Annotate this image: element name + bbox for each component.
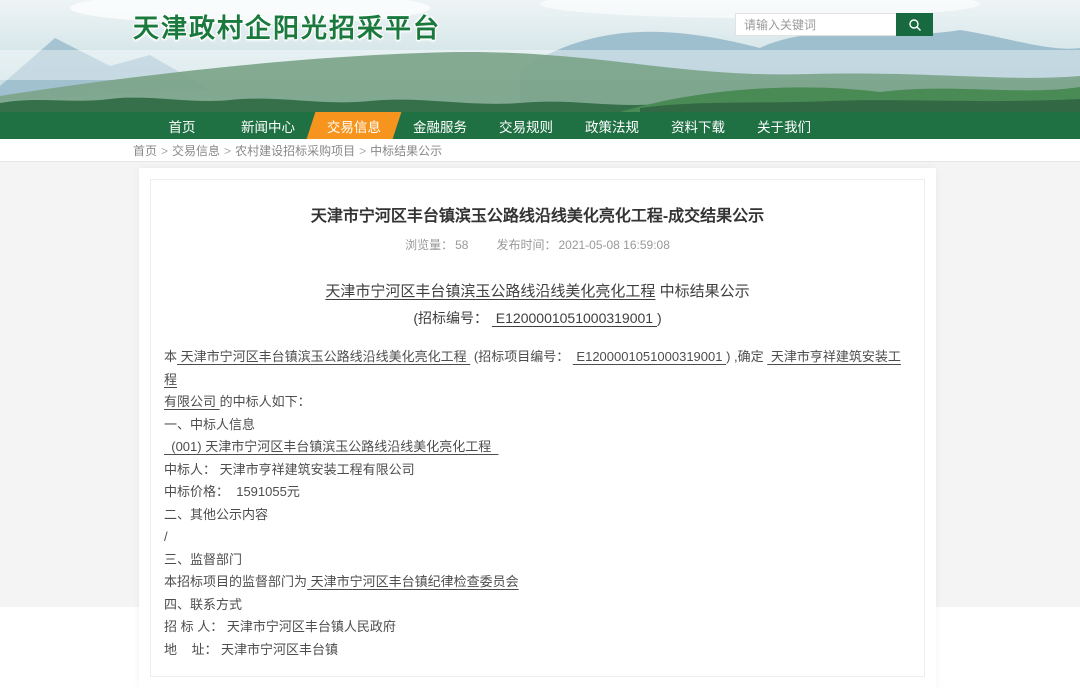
nav-item-3[interactable]: 交易信息	[307, 112, 402, 139]
body-text: /	[164, 529, 168, 544]
body-text: 的中标人如下：	[220, 394, 311, 409]
body-text: 四、联系方式	[164, 597, 242, 612]
nav-item-label: 金融服务	[413, 116, 467, 136]
breadcrumb-separator: >	[161, 144, 168, 158]
bid-no-prefix: (招标编号：	[413, 310, 492, 326]
nav-item-label: 首页	[169, 116, 196, 136]
breadcrumb: 首页 > 交易信息 > 农村建设招标采购项目 > 中标结果公示	[133, 142, 442, 159]
body-line-1: 本 天津市宁河区丰台镇滨玉公路线沿线美化亮化工程 (招标项目编号： E12000…	[164, 346, 911, 391]
nav-item-label: 资料下载	[671, 116, 725, 136]
nav-item-7[interactable]: 资料下载	[655, 112, 741, 139]
publish-group: 发布时间：2021-05-08 16:59:08	[496, 238, 669, 252]
nav-item-5[interactable]: 交易规则	[483, 112, 569, 139]
nav-items: 首页 新闻中心 交易信息 金融服务 交易规则 政策法规 资料下载 关于我们	[0, 112, 1080, 139]
body-line-4: (001) 天津市宁河区丰台镇滨玉公路线沿线美化亮化工程	[164, 436, 911, 459]
underlined-text: 天津市宁河区丰台镇纪律检查委员会	[307, 574, 519, 589]
article-meta: 浏览量：58 发布时间：2021-05-08 16:59:08	[163, 236, 912, 253]
body-line-5: 中标人： 天津市亨祥建筑安装工程有限公司	[164, 459, 911, 482]
body-text: 中标价格： 1591055元	[164, 484, 300, 499]
subtitle-project-name: 天津市宁河区丰台镇滨玉公路线沿线美化亮化工程	[325, 283, 655, 300]
article-box: 天津市宁河区丰台镇滨玉公路线沿线美化亮化工程-成交结果公示 浏览量：58 发布时间…	[139, 168, 936, 688]
body-text: 一、中标人信息	[164, 417, 255, 432]
underlined-text: E1200001051000319001	[573, 349, 726, 364]
breadcrumb-item-4[interactable]: 中标结果公示	[370, 144, 442, 158]
site-header: 天津政村企阳光招采平台	[0, 0, 1080, 112]
nav-item-label: 交易规则	[499, 116, 553, 136]
nav-item-6[interactable]: 政策法规	[569, 112, 655, 139]
article-title: 天津市宁河区丰台镇滨玉公路线沿线美化亮化工程-成交结果公示	[163, 202, 912, 226]
nav-item-2[interactable]: 新闻中心	[225, 112, 311, 139]
nav-item-label: 新闻中心	[241, 116, 295, 136]
site-title: 天津政村企阳光招采平台	[133, 8, 441, 45]
search-button[interactable]	[896, 13, 933, 36]
breadcrumb-item-1[interactable]: 首页	[133, 144, 157, 158]
body-line-12: 招 标 人： 天津市宁河区丰台镇人民政府	[164, 616, 911, 639]
search-input[interactable]	[735, 13, 896, 36]
nav-item-4[interactable]: 金融服务	[397, 112, 483, 139]
breadcrumb-item-2[interactable]: 交易信息	[172, 144, 220, 158]
body-text: 本招标项目的监督部门为	[164, 574, 307, 589]
publish-time: 2021-05-08 16:59:08	[558, 238, 669, 252]
body-line-10: 本招标项目的监督部门为 天津市宁河区丰台镇纪律检查委员会	[164, 571, 911, 594]
bid-number-line: (招标编号： E1200001051000319001 )	[163, 308, 912, 328]
breadcrumb-separator: >	[359, 144, 366, 158]
search-bar	[735, 13, 933, 36]
bid-no-suffix: )	[657, 310, 662, 326]
nav-item-8[interactable]: 关于我们	[741, 112, 827, 139]
publish-label: 发布时间：	[496, 238, 556, 252]
body-line-11: 四、联系方式	[164, 594, 911, 617]
nav-item-label: 政策法规	[585, 116, 639, 136]
body-text: 招 标 人： 天津市宁河区丰台镇人民政府	[164, 619, 396, 634]
body-text: 中标人： 天津市亨祥建筑安装工程有限公司	[164, 462, 415, 477]
breadcrumb-row: 首页 > 交易信息 > 农村建设招标采购项目 > 中标结果公示	[0, 139, 1080, 161]
nav-item-label: 交易信息	[327, 116, 381, 136]
views-count: 58	[455, 238, 468, 252]
article-body: 本 天津市宁河区丰台镇滨玉公路线沿线美化亮化工程 (招标项目编号： E12000…	[163, 346, 912, 661]
body-text: 二、其他公示内容	[164, 507, 268, 522]
content-area: 天津市宁河区丰台镇滨玉公路线沿线美化亮化工程-成交结果公示 浏览量：58 发布时间…	[0, 161, 1080, 607]
body-text: 地 址： 天津市宁河区丰台镇	[164, 642, 338, 657]
search-icon	[908, 18, 922, 32]
body-text: 本	[164, 349, 177, 364]
bid-number: E1200001051000319001	[492, 310, 657, 326]
views-label: 浏览量：	[405, 238, 453, 252]
body-line-6: 中标价格： 1591055元	[164, 481, 911, 504]
article-subtitle: 天津市宁河区丰台镇滨玉公路线沿线美化亮化工程 中标结果公示	[163, 280, 912, 301]
body-line-3: 一、中标人信息	[164, 414, 911, 437]
body-text: ) ,确定	[726, 349, 767, 364]
underlined-text: 有限公司	[164, 394, 220, 409]
body-line-2: 有限公司 的中标人如下：	[164, 391, 911, 414]
body-text: (招标项目编号：	[470, 349, 573, 364]
underlined-text: (001) 天津市宁河区丰台镇滨玉公路线沿线美化亮化工程	[164, 439, 498, 454]
nav-item-1[interactable]: 首页	[139, 112, 225, 139]
body-line-8: /	[164, 526, 911, 549]
breadcrumb-item-3[interactable]: 农村建设招标采购项目	[235, 144, 355, 158]
nav-item-label: 关于我们	[757, 116, 811, 136]
body-line-7: 二、其他公示内容	[164, 504, 911, 527]
subtitle-suffix: 中标结果公示	[655, 283, 749, 300]
breadcrumb-separator: >	[224, 144, 231, 158]
views-group: 浏览量：58	[405, 238, 468, 252]
body-line-9: 三、监督部门	[164, 549, 911, 572]
body-text: 三、监督部门	[164, 552, 242, 567]
article-inner-frame: 天津市宁河区丰台镇滨玉公路线沿线美化亮化工程-成交结果公示 浏览量：58 发布时间…	[150, 179, 925, 677]
body-line-13: 地 址： 天津市宁河区丰台镇	[164, 639, 911, 662]
underlined-text: 天津市宁河区丰台镇滨玉公路线沿线美化亮化工程	[177, 349, 470, 364]
main-nav: 首页 新闻中心 交易信息 金融服务 交易规则 政策法规 资料下载 关于我们	[0, 112, 1080, 139]
